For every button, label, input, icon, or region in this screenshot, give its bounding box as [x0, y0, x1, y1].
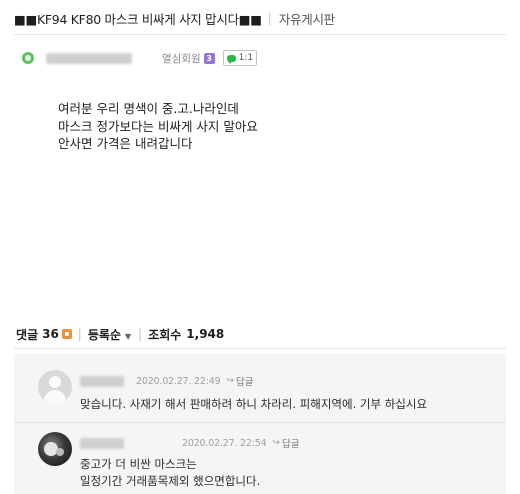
member-grade: 열심회원	[162, 52, 201, 65]
comments-count: 36	[42, 327, 59, 341]
comment-text: 맞습니다. 사재기 해서 판매하려 하니 차라리. 피해지역에. 기부 하십시요	[80, 396, 427, 413]
reply-arrow-icon: ↪	[272, 438, 280, 448]
commenter-name-blurred[interactable]	[80, 437, 124, 449]
online-status-icon	[22, 52, 34, 64]
stats-divider	[14, 348, 506, 349]
one-to-one-chat-button[interactable]: 1:1	[222, 50, 258, 66]
comment-date: 2020.02.27. 22:54	[182, 437, 267, 449]
reply-button[interactable]: 답글	[236, 374, 253, 388]
sort-label: 등록순	[87, 327, 121, 342]
post-body: 여러분 우리 명색이 중.고.나라인데 마스크 정가보다는 비싸게 사지 말아요…	[58, 100, 258, 153]
chat-button-label: 1:1	[238, 53, 254, 63]
reply-button[interactable]: 답글	[282, 436, 299, 450]
post-title: ■■KF94 KF80 마스크 비싸게 사지 맙시다■■	[14, 11, 262, 27]
author-name-blurred[interactable]	[46, 52, 132, 64]
comment-date: 2020.02.27. 22:49	[136, 375, 221, 387]
post-body-line: 안사면 가격은 내려갑니다	[58, 136, 193, 151]
views-count: 1,948	[186, 327, 225, 341]
sort-dropdown[interactable]: 등록순 ▼	[88, 326, 132, 343]
chat-icon	[226, 54, 236, 64]
comment-divider	[14, 422, 506, 423]
post-header: ■■KF94 KF80 마스크 비싸게 사지 맙시다■■ | 자유게시판	[14, 8, 335, 28]
reply-arrow-icon: ↪	[226, 376, 234, 386]
comment-line: 맞습니다. 사재기 해서 판매하려 하니 차라리. 피해지역에. 기부 하십시요	[80, 397, 428, 411]
sort-arrow-icon: ▼	[124, 331, 132, 341]
header-divider	[14, 34, 506, 35]
stats-separator: |	[138, 327, 143, 341]
comment-header: 2020.02.27. 22:54 ↪ 답글	[80, 436, 299, 450]
title-separator: |	[267, 11, 272, 25]
comments-label: 댓글	[16, 327, 39, 342]
comment-text: 중고가 더 비싼 마스크는 일정기간 거래품목제외 했으면합니다.	[80, 456, 260, 489]
post-body-line: 여러분 우리 명색이 중.고.나라인데	[58, 101, 239, 116]
new-comment-icon	[61, 329, 72, 339]
comment-line: 중고가 더 비싼 마스크는	[80, 457, 197, 471]
post-stats-bar: 댓글 36 | 등록순 ▼ | 조회수 1,948	[16, 326, 224, 342]
board-name-link[interactable]: 자유게시판	[279, 9, 335, 28]
comment-header: 2020.02.27. 22:49 ↪ 답글	[80, 374, 253, 388]
comment-line: 일정기간 거래품목제외 했으면합니다.	[80, 473, 261, 488]
views-label: 조회수	[148, 327, 182, 342]
default-avatar-icon[interactable]	[38, 370, 72, 404]
commenter-name-blurred[interactable]	[80, 375, 124, 387]
author-row: 열심회원 3 1:1	[22, 50, 258, 66]
member-grade-badge-icon: 3	[203, 52, 215, 64]
post-body-line: 마스크 정가보다는 비싸게 사지 말아요	[58, 118, 258, 134]
user-avatar[interactable]	[38, 432, 72, 466]
stats-separator: |	[77, 327, 82, 341]
